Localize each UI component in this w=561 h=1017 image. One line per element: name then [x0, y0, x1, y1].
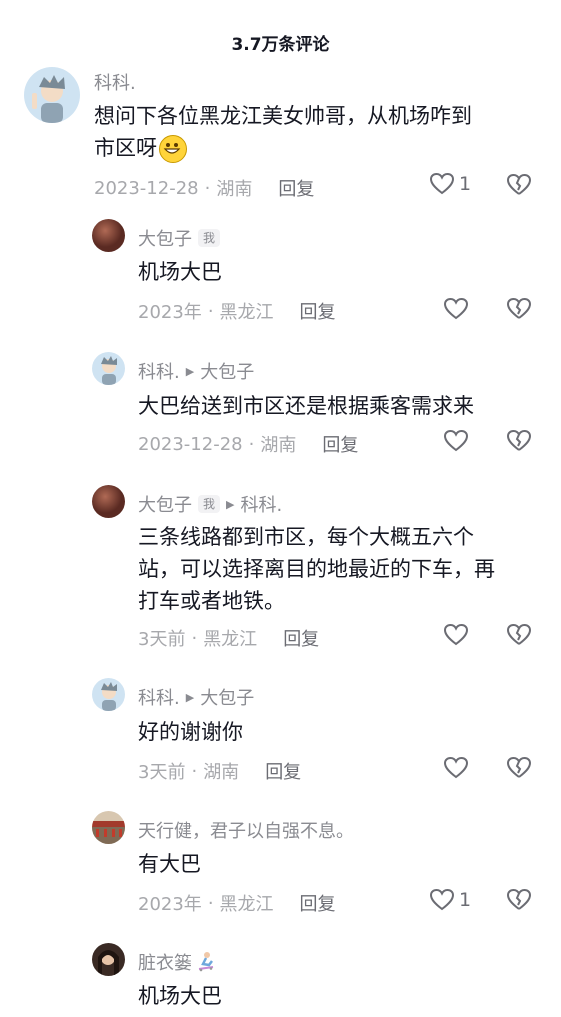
reply-text: 三条线路都到市区，每个大概五六个 站，可以选择离目的地最近的下车，再 打车或者地…	[138, 525, 495, 613]
like-button[interactable]	[443, 297, 469, 321]
avatar[interactable]	[92, 678, 125, 711]
dislike-button[interactable]	[506, 623, 532, 651]
reply-to-arrow-icon: ▶	[226, 497, 235, 511]
reply-text: 大巴给送到市区还是根据乘客需求来	[138, 394, 474, 418]
avatar[interactable]	[92, 352, 125, 385]
avatar[interactable]	[92, 811, 125, 844]
dislike-button[interactable]	[506, 756, 532, 784]
reply-meta: 2023年 · 黑龙江 回复	[138, 890, 336, 916]
comment-location: 湖南	[216, 179, 253, 200]
skater-emoji-icon	[198, 952, 214, 972]
avatar[interactable]	[92, 943, 125, 976]
like-count: 1	[459, 889, 472, 911]
avatar[interactable]	[24, 67, 80, 123]
broken-heart-icon	[506, 888, 532, 910]
dislike-button[interactable]	[506, 297, 532, 325]
comments-count-title: 3.7万条评论	[231, 35, 330, 55]
reply-author[interactable]: 脏衣篓	[138, 949, 217, 975]
reply-button[interactable]: 回复	[322, 431, 358, 457]
broken-heart-icon	[506, 756, 532, 778]
reply-to-name[interactable]: 科科.	[240, 491, 282, 517]
reply-meta: 3天前 · 湖南 回复	[138, 758, 301, 784]
reply-to-name[interactable]: 大包子	[200, 684, 254, 710]
reply-meta: 3天前 · 黑龙江 回复	[138, 625, 319, 651]
like-count: 1	[459, 173, 472, 195]
reply-button[interactable]: 回复	[265, 758, 301, 784]
heart-icon	[443, 756, 469, 779]
reply-text: 好的谢谢你	[138, 720, 243, 744]
reply-meta: 2023年 · 黑龙江 回复	[138, 298, 336, 324]
avatar[interactable]	[92, 219, 125, 252]
avatar[interactable]	[92, 485, 125, 518]
reply-author[interactable]: 大包子我 ▶ 科科.	[138, 491, 282, 517]
reply-to-arrow-icon: ▶	[185, 364, 195, 378]
like-button[interactable]	[443, 623, 469, 647]
like-button[interactable]: 1	[429, 172, 471, 196]
reply-button[interactable]: 回复	[300, 890, 336, 916]
heart-icon	[443, 623, 469, 646]
reply-text: 机场大巴	[138, 260, 222, 284]
reply-to-arrow-icon: ▶	[185, 690, 195, 704]
reply-text: 机场大巴	[138, 984, 222, 1008]
reply-button[interactable]: 回复	[283, 625, 319, 651]
comment-meta: 2023-12-28 · 湖南 回复	[94, 175, 314, 201]
reply-to-name[interactable]: 大包子	[200, 358, 254, 384]
reply-author[interactable]: 科科. ▶ 大包子	[138, 358, 254, 384]
heart-icon	[443, 429, 469, 452]
comment-date: 2023-12-28	[94, 177, 199, 199]
reply-author[interactable]: 科科. ▶ 大包子	[138, 684, 254, 710]
reply-author[interactable]: 天行健，君子以自强不息。	[138, 817, 354, 843]
dislike-button[interactable]	[506, 173, 532, 201]
reply-button[interactable]: 回复	[300, 298, 336, 324]
like-button[interactable]: 1	[429, 888, 471, 912]
me-badge: 我	[198, 495, 221, 513]
reply-meta: 2023-12-28 · 湖南 回复	[138, 431, 358, 457]
broken-heart-icon	[506, 297, 532, 319]
comment-author[interactable]: 科科.	[94, 69, 136, 95]
heart-icon	[429, 888, 455, 911]
reply-button[interactable]: 回复	[278, 175, 314, 201]
broken-heart-icon	[506, 623, 532, 645]
broken-heart-icon	[506, 429, 532, 451]
reply-author[interactable]: 大包子我	[138, 225, 221, 251]
dislike-button[interactable]	[506, 429, 532, 457]
comment-text: 想问下各位黑龙江美女帅哥，从机场咋到 市区呀	[94, 100, 534, 164]
grin-emoji-icon	[159, 135, 187, 163]
reply-text: 有大巴	[138, 852, 201, 876]
heart-icon	[443, 297, 469, 320]
broken-heart-icon	[506, 173, 532, 195]
heart-icon	[429, 172, 455, 195]
me-badge: 我	[198, 229, 221, 247]
like-button[interactable]	[443, 756, 469, 780]
like-button[interactable]	[443, 429, 469, 453]
dislike-button[interactable]	[506, 888, 532, 916]
